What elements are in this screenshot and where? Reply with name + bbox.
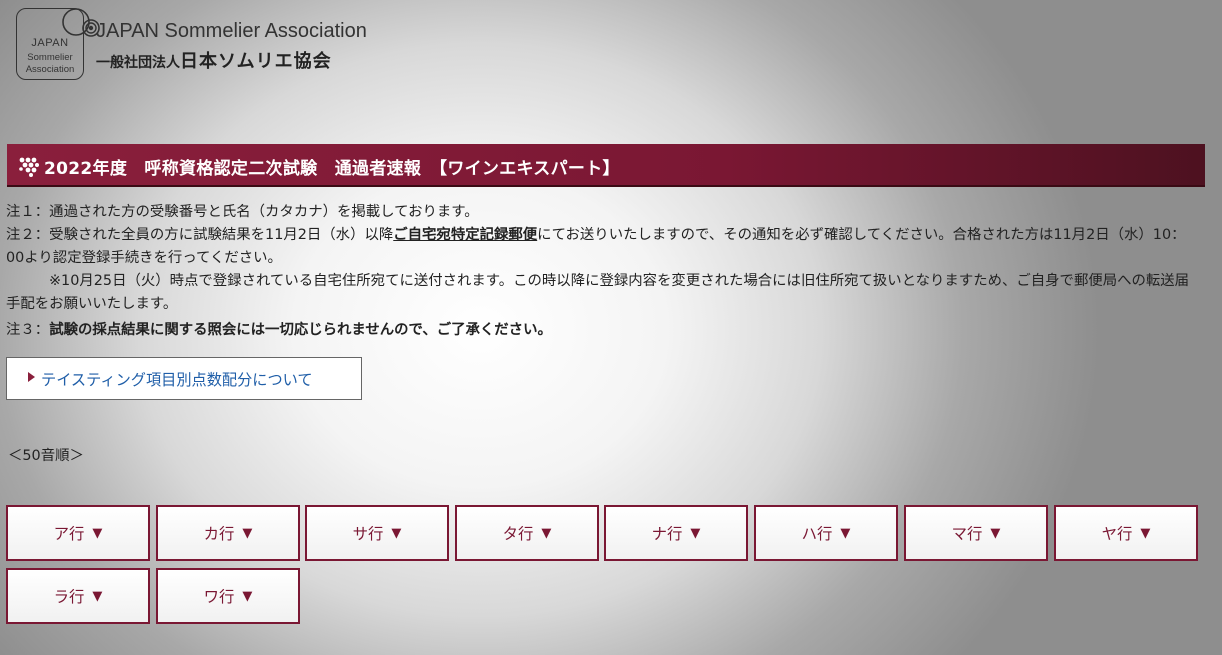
note-3: 注３：試験の採点結果に関する照会には一切応じられませんので、ご了承ください。 (6, 319, 1202, 342)
kana-button-wa[interactable]: ワ行 ▼ (156, 568, 300, 624)
kana-button-label: カ行 (203, 525, 235, 543)
note-2-sub: ※10月25日（火）時点で登録されている自宅住所宛てに送付されます。この時以降に… (6, 270, 1202, 315)
kana-button-label: ワ行 (203, 588, 235, 606)
kana-button-ta[interactable]: タ行 ▼ (455, 505, 599, 561)
triangle-down-icon: ▼ (391, 525, 402, 541)
logo-badge-line2: Sommelier (27, 52, 73, 63)
order-label: ＜50音順＞ (8, 448, 84, 464)
logo-badge-line1: JAPAN (31, 37, 69, 49)
kana-button-label: サ行 (352, 525, 384, 543)
kana-button-ya[interactable]: ヤ行 ▼ (1054, 505, 1198, 561)
grape-icon (19, 157, 39, 177)
site-logo[interactable]: JAPAN Sommelier Association JAPAN Sommel… (14, 4, 394, 82)
kana-button-label: ラ行 (53, 588, 85, 606)
note-2-sub-text: ※10月25日（火）時点で登録されている自宅住所宛てに送付されます。この時以降に… (6, 273, 1190, 312)
triangle-down-icon: ▼ (990, 525, 1001, 541)
caret-right-icon (28, 372, 35, 382)
kana-button-label: タ行 (502, 525, 534, 543)
kana-button-label: マ行 (951, 525, 983, 543)
kana-button-ma[interactable]: マ行 ▼ (904, 505, 1048, 561)
note-2-pre: 注２：受験された全員の方に試験結果を11月2日（水）以降 (6, 227, 394, 243)
kana-button-label: ナ行 (651, 525, 683, 543)
page-title: 2022年度 呼称資格認定二次試験 通過者速報 【ワインエキスパート】 (44, 159, 620, 179)
note-3-bold: 試験の採点結果に関する照会には一切応じられませんので、ご了承ください。 (49, 322, 552, 338)
tasting-score-link-button[interactable]: テイスティング項目別点数配分について (6, 357, 362, 400)
kana-button-label: ア行 (53, 525, 85, 543)
kana-button-label: ハ行 (801, 525, 833, 543)
logo-badge-line3: Association (25, 64, 75, 75)
triangle-down-icon: ▼ (242, 525, 253, 541)
triangle-down-icon: ▼ (690, 525, 701, 541)
triangle-down-icon: ▼ (92, 525, 103, 541)
note-2: 注２：受験された全員の方に試験結果を11月2日（水）以降ご自宅宛特定記録郵便にて… (6, 224, 1202, 269)
page-title-bar: 2022年度 呼称資格認定二次試験 通過者速報 【ワインエキスパート】 (7, 144, 1205, 187)
note-2-emphasis: ご自宅宛特定記録郵便 (393, 227, 538, 243)
org-name-jp-wrap: 一般社団法人日本ソムリエ協会 (96, 47, 332, 73)
kana-button-ha[interactable]: ハ行 ▼ (754, 505, 898, 561)
kana-button-na[interactable]: ナ行 ▼ (604, 505, 748, 561)
logo-badge: JAPAN Sommelier Association (16, 8, 84, 80)
tasting-score-link-label: テイスティング項目別点数配分について (41, 371, 313, 389)
note-1: 注１：通過された方の受験番号と氏名（カタカナ）を掲載しております。 (6, 204, 479, 220)
triangle-down-icon: ▼ (840, 525, 851, 541)
triangle-down-icon: ▼ (92, 588, 103, 604)
triangle-down-icon: ▼ (1140, 525, 1151, 541)
triangle-down-icon: ▼ (541, 525, 552, 541)
kana-button-label: ヤ行 (1101, 525, 1133, 543)
org-name-jp: 日本ソムリエ協会 (180, 51, 332, 72)
triangle-down-icon: ▼ (242, 588, 253, 604)
kana-button-a[interactable]: ア行 ▼ (6, 505, 150, 561)
org-prefix-jp: 一般社団法人 (96, 55, 180, 71)
kana-button-sa[interactable]: サ行 ▼ (305, 505, 449, 561)
note-3-pre: 注３： (6, 322, 50, 338)
org-name-en: JAPAN Sommelier Association (96, 20, 367, 42)
kana-button-ka[interactable]: カ行 ▼ (156, 505, 300, 561)
kana-button-ra[interactable]: ラ行 ▼ (6, 568, 150, 624)
